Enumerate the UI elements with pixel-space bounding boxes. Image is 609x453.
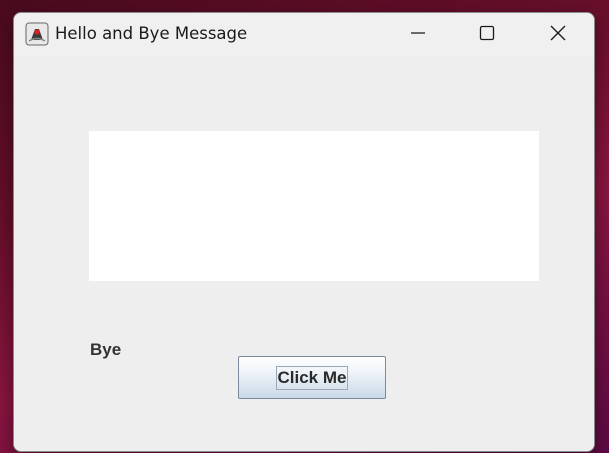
maximize-button[interactable]	[464, 13, 510, 57]
minimize-button[interactable]	[395, 13, 441, 57]
maximize-icon	[479, 25, 495, 46]
content-pane: Bye Click Me	[14, 57, 594, 451]
window-title: Hello and Bye Message	[55, 24, 248, 43]
title-bar[interactable]: Hello and Bye Message	[14, 13, 594, 57]
minimize-icon	[410, 25, 426, 46]
app-window: Hello and Bye Message Bye Click Me	[13, 12, 595, 452]
message-label: Bye	[90, 340, 122, 359]
close-button[interactable]	[535, 13, 581, 57]
click-me-button-label: Click Me	[275, 365, 349, 390]
close-icon	[550, 25, 566, 46]
message-panel	[89, 131, 539, 281]
java-duke-icon	[25, 22, 49, 46]
click-me-button[interactable]: Click Me	[238, 356, 386, 399]
